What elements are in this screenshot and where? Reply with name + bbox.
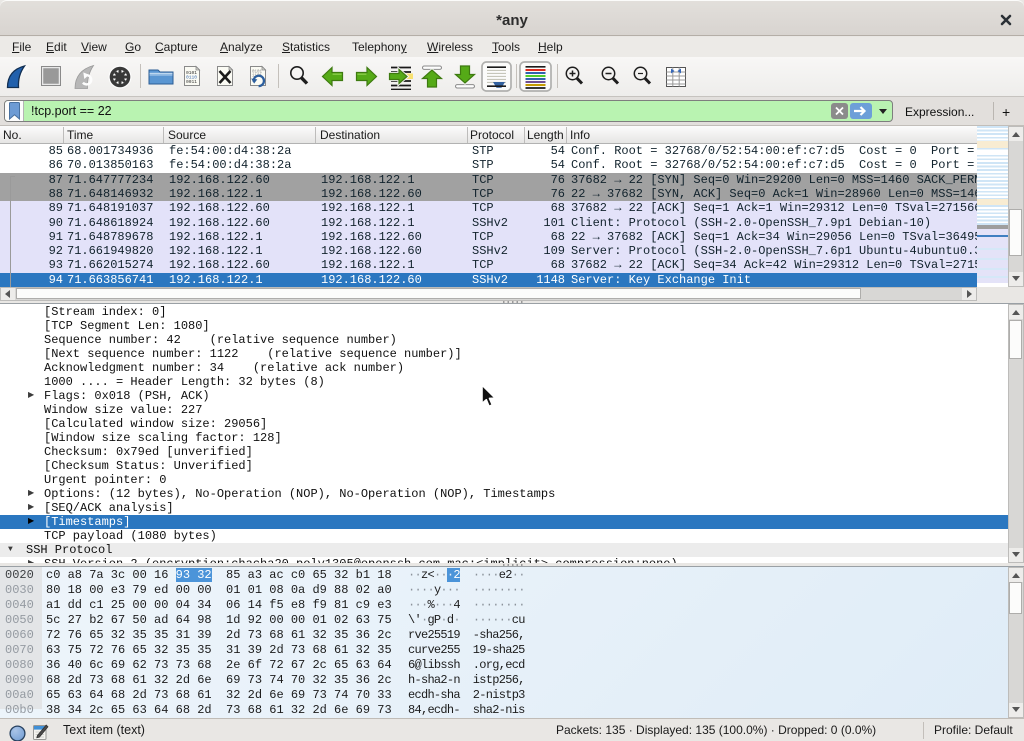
- svg-text:0011: 0011: [186, 79, 197, 85]
